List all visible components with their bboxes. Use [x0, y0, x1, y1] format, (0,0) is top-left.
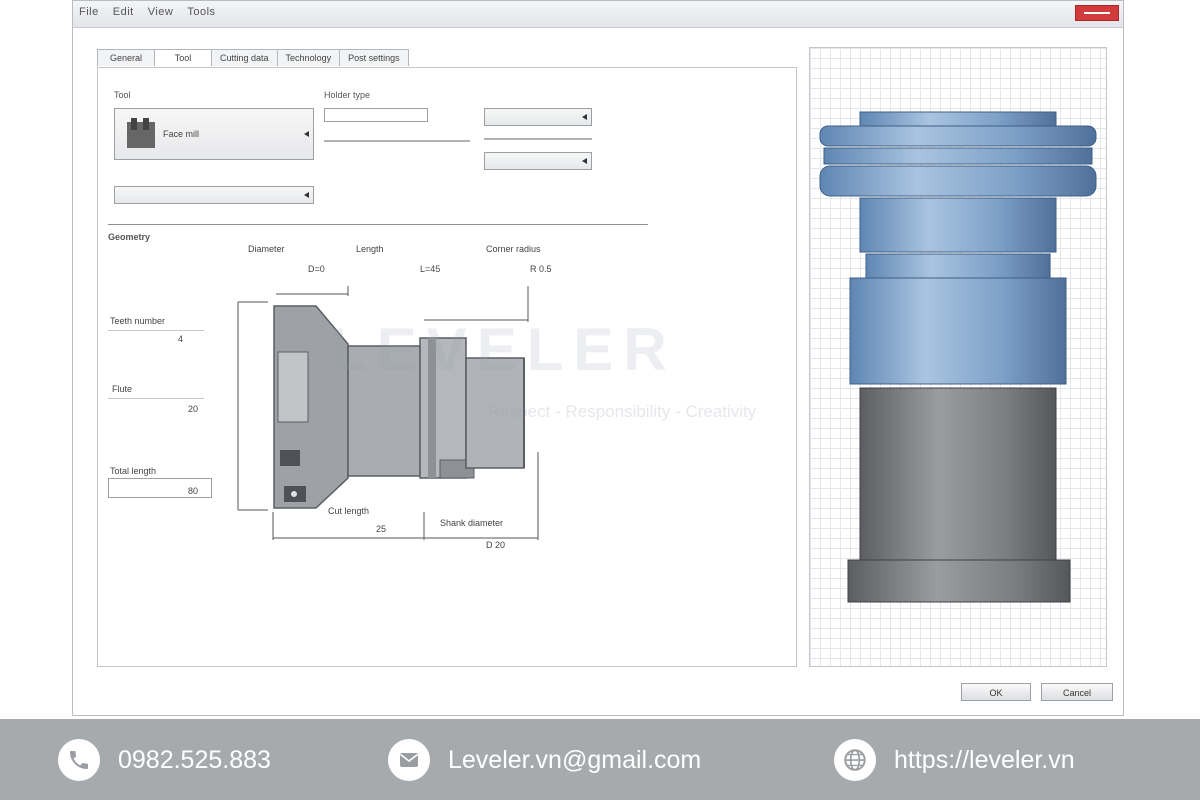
mail-icon: [388, 739, 430, 781]
option-slider[interactable]: [484, 138, 592, 140]
website-url: https://leveler.vn: [894, 745, 1075, 774]
watermark-tagline: Respect - Responsibility - Creativity: [488, 402, 757, 421]
menu-item-tools[interactable]: Tools: [187, 6, 215, 18]
cut-length-label: Cut length: [328, 506, 370, 516]
cut-length-value[interactable]: 25: [376, 524, 386, 534]
email-address: Leveler.vn@gmail.com: [448, 745, 702, 774]
shank-diameter-label: Shank diameter: [440, 518, 504, 528]
contact-phone[interactable]: 0982.525.883: [58, 739, 271, 781]
tool-3d-model: [819, 111, 1097, 603]
dim-label-diameter: Diameter: [248, 244, 285, 254]
slider-track[interactable]: [324, 140, 470, 142]
tab-post-settings[interactable]: Post settings: [339, 49, 409, 66]
menu-item-edit[interactable]: Edit: [113, 6, 134, 18]
dropdown-arrow-icon: [582, 158, 587, 164]
menu-bar: File Edit View Tools: [79, 6, 216, 18]
holder-select[interactable]: [114, 186, 314, 204]
holder-label: Holder type: [324, 90, 371, 100]
divider: [108, 330, 204, 331]
close-button[interactable]: [1075, 5, 1119, 21]
title-bar: File Edit View Tools: [73, 1, 1123, 28]
cancel-button[interactable]: Cancel: [1041, 683, 1113, 701]
tool-thumbnail-icon: [127, 118, 155, 148]
tab-cutting-data[interactable]: Cutting data: [211, 49, 278, 66]
menu-item-file[interactable]: File: [79, 6, 99, 18]
contact-website[interactable]: https://leveler.vn: [834, 739, 1075, 781]
option-select-2[interactable]: [484, 152, 592, 170]
watermark-brand: LEVELER: [330, 316, 677, 383]
tab-strip: General Tool Cutting data Technology Pos…: [97, 49, 409, 66]
divider: [108, 398, 204, 399]
dropdown-arrow-icon: [304, 192, 309, 198]
tool-3d-preview[interactable]: [809, 47, 1107, 667]
dim-value-corner-radius[interactable]: R 0.5: [530, 264, 552, 274]
total-length-label: Total length: [110, 466, 157, 476]
geometry-section-title: Geometry: [108, 232, 151, 242]
dim-value-diameter[interactable]: D=0: [308, 264, 325, 274]
flute-label: Flute: [112, 384, 133, 394]
tab-technology[interactable]: Technology: [276, 49, 341, 66]
dim-value-length[interactable]: L=45: [420, 264, 440, 274]
flute-value[interactable]: 20: [188, 404, 198, 414]
shank-diameter-value[interactable]: D 20: [486, 540, 505, 550]
total-length-field[interactable]: [108, 478, 212, 498]
phone-icon: [58, 739, 100, 781]
contact-footer: 0982.525.883 Leveler.vn@gmail.com https:…: [0, 719, 1200, 800]
section-divider: [108, 224, 648, 225]
menu-item-view[interactable]: View: [148, 6, 174, 18]
teeth-number-value[interactable]: 4: [178, 334, 183, 344]
teeth-number-label: Teeth number: [110, 316, 166, 326]
holder-input[interactable]: [324, 108, 428, 122]
tool-select-value: Face mill: [163, 129, 200, 139]
ok-button[interactable]: OK: [961, 683, 1031, 701]
phone-number: 0982.525.883: [118, 745, 271, 774]
tool-type-label: Tool: [114, 90, 131, 100]
dropdown-arrow-icon: [304, 131, 309, 137]
dropdown-arrow-icon: [582, 114, 587, 120]
tool-select[interactable]: Face mill: [114, 108, 314, 160]
contact-email[interactable]: Leveler.vn@gmail.com: [388, 739, 701, 781]
tab-tool[interactable]: Tool: [154, 49, 212, 66]
tab-general[interactable]: General: [97, 49, 155, 66]
option-select-1[interactable]: [484, 108, 592, 126]
dim-label-length: Length: [356, 244, 384, 254]
dim-label-corner-radius: Corner radius: [486, 244, 541, 254]
globe-icon: [834, 739, 876, 781]
